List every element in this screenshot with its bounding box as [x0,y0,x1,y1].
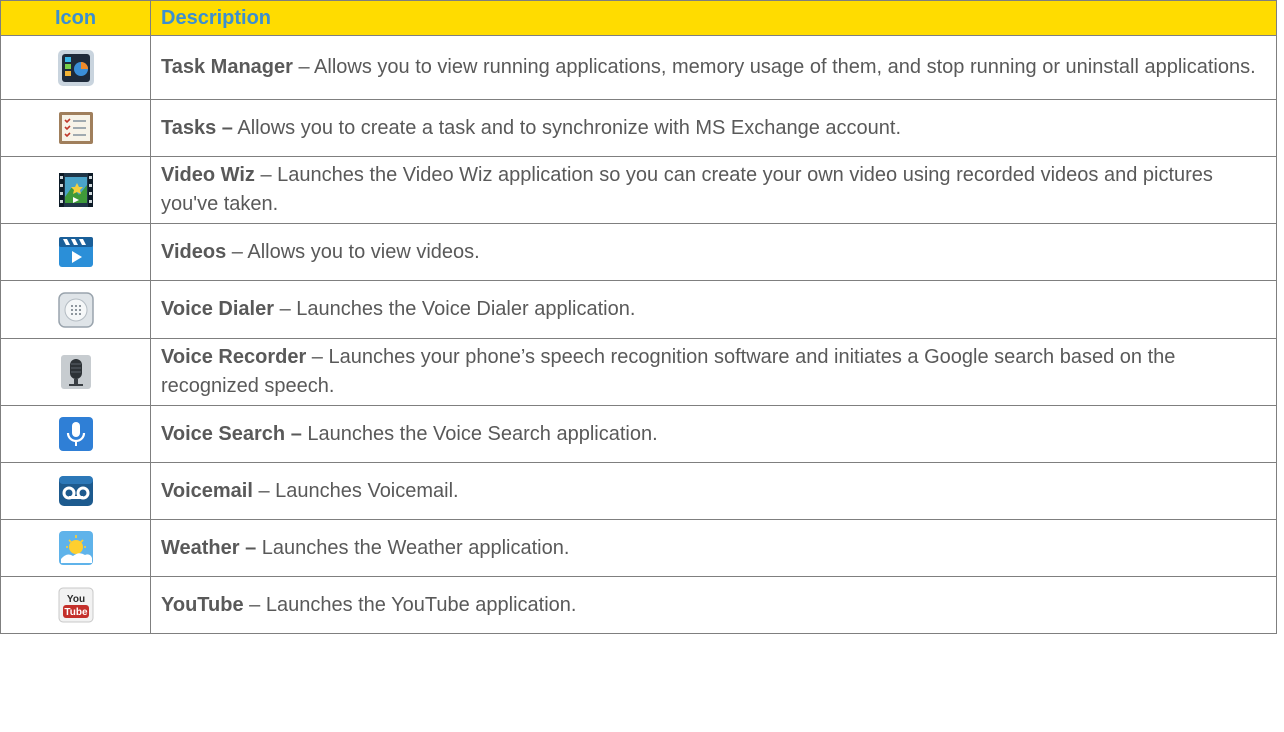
table-row: Weather – Launches the Weather applicati… [0,519,1277,577]
app-name: Video Wiz [161,164,255,186]
app-description: Launches the YouTube application. [265,593,577,616]
table-row: Voice Search – Launches the Voice Search… [0,405,1277,463]
app-name: Task Manager [161,56,293,78]
separator: – [226,240,248,263]
description-cell: Voice Recorder – Launches your phone’s s… [150,338,1277,406]
header-row: Icon Description [0,0,1277,36]
separator: – [254,164,278,186]
table-row: Task Manager – Allows you to view runnin… [0,35,1277,100]
table-row: Tasks – Allows you to create a task and … [0,99,1277,157]
icon-column-header: Icon [0,0,151,36]
youtube-icon-text-bottom: Tube [64,607,88,618]
app-description: Launches the Voice Search application. [307,422,658,445]
icon-cell [0,156,151,224]
icon-cell [0,462,151,520]
app-name: Voice Dialer [161,298,275,320]
description-cell: Videos – Allows you to view videos. [150,223,1277,281]
app-name: Voice Recorder [161,346,307,368]
description-cell: Video Wiz – Launches the Video Wiz appli… [150,156,1277,224]
description-cell: Task Manager – Allows you to view runnin… [150,35,1277,100]
voice-search-icon [57,415,95,453]
icon-description-table: Icon Description Task Manager – Allows y… [0,0,1277,634]
app-description: Allows you to create a task and to synch… [237,116,902,139]
app-description: Launches the Voice Dialer application. [296,298,636,320]
icon-cell [0,35,151,100]
youtube-icon: You Tube [57,586,95,624]
app-description: Allows you to view running applications,… [314,56,1256,78]
icon-cell [0,280,151,339]
separator: – [292,56,315,78]
weather-icon [57,529,95,567]
app-name: Voicemail [161,479,253,502]
table-row: Voice Recorder – Launches your phone’s s… [0,338,1277,406]
videos-icon [57,233,95,271]
app-description: Launches the Weather application. [261,536,570,559]
app-description: Allows you to view videos. [247,240,480,263]
icon-cell: You Tube [0,576,151,634]
separator: – [252,479,276,502]
video-wiz-icon [57,171,95,209]
voicemail-icon [57,472,95,510]
description-cell: Weather – Launches the Weather applicati… [150,519,1277,577]
app-name: Weather – [161,536,257,559]
app-name: YouTube [161,593,244,616]
icon-cell [0,519,151,577]
description-column-header: Description [150,0,1277,36]
description-cell: Voicemail – Launches Voicemail. [150,462,1277,520]
table-row: Video Wiz – Launches the Video Wiz appli… [0,156,1277,224]
icon-cell [0,99,151,157]
icon-cell [0,405,151,463]
icon-cell [0,338,151,406]
description-cell: Voice Dialer – Launches the Voice Dialer… [150,280,1277,339]
app-name: Voice Search – [161,422,302,445]
youtube-icon-text-top: You [66,594,84,605]
table-row: Voice Dialer – Launches the Voice Dialer… [0,280,1277,339]
separator: – [306,346,329,368]
voice-dialer-icon [57,291,95,329]
app-description: Launches Voicemail. [275,479,459,502]
voice-recorder-icon [57,353,95,391]
app-description: Launches the Video Wiz application so yo… [161,164,1213,215]
separator: – [243,593,266,616]
app-name: Tasks – [161,116,233,139]
separator: – [274,298,297,320]
icon-cell [0,223,151,281]
description-cell: YouTube – Launches the YouTube applicati… [150,576,1277,634]
description-cell: Tasks – Allows you to create a task and … [150,99,1277,157]
app-name: Videos [161,240,227,263]
table-row: You Tube YouTube – Launches the YouTube a… [0,576,1277,634]
description-cell: Voice Search – Launches the Voice Search… [150,405,1277,463]
tasks-icon [57,109,95,147]
table-row: Voicemail – Launches Voicemail. [0,462,1277,520]
table-row: Videos – Allows you to view videos. [0,223,1277,281]
task-manager-icon [57,49,95,87]
